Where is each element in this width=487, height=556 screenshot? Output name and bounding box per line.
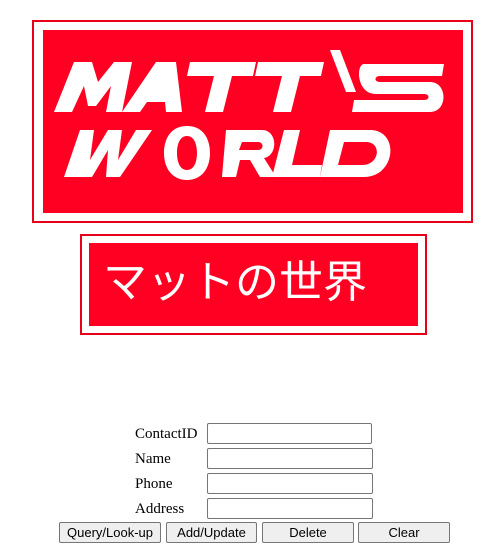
contactid-label: ContactID <box>135 426 198 442</box>
address-input[interactable] <box>207 498 373 519</box>
clear-button[interactable]: Clear <box>358 522 450 543</box>
japanese-logo-background: マットの世界 <box>89 243 418 326</box>
phone-label: Phone <box>135 476 173 492</box>
matts-world-logo <box>32 20 473 223</box>
name-input[interactable] <box>207 448 373 469</box>
matts-world-logo-graphic <box>43 30 463 213</box>
japanese-logo: マットの世界 <box>80 234 427 335</box>
japanese-logo-text: マットの世界 <box>103 257 367 308</box>
address-label: Address <box>135 501 185 517</box>
add-update-button[interactable]: Add/Update <box>166 522 257 543</box>
query-lookup-button[interactable]: Query/Look-up <box>59 522 161 543</box>
delete-button[interactable]: Delete <box>262 522 354 543</box>
name-label: Name <box>135 451 171 467</box>
phone-input[interactable] <box>207 473 373 494</box>
logo-background <box>43 30 463 213</box>
contactid-input[interactable] <box>207 423 372 444</box>
